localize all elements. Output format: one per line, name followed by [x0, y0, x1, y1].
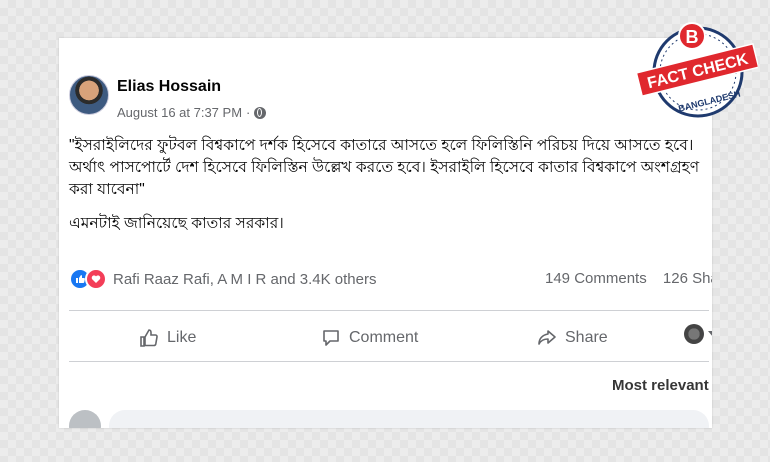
comment-button[interactable]: Comment [321, 320, 418, 356]
post-paragraph-2: এমনটাই জানিয়েছে কাতার সরকার। [69, 215, 284, 232]
react-as-selector[interactable] [684, 324, 712, 344]
like-label: Like [167, 329, 197, 346]
comment-label: Comment [349, 329, 419, 346]
badge-letter: B [686, 27, 699, 47]
chevron-down-icon [708, 331, 712, 337]
action-bar: Like Comment Share [59, 320, 712, 356]
commenter-avatar [69, 410, 101, 428]
post-paragraph-1: "ইসরাইলিদের ফুটবল বিশ্বকাপে দর্শক হিসেবে… [69, 137, 700, 198]
profile-mini-avatar [684, 324, 704, 344]
author-avatar[interactable] [69, 75, 109, 115]
fact-check-badge: B FACT CHECK BANGLADESH [635, 22, 758, 118]
share-button[interactable]: Share [537, 320, 608, 356]
reactions-text[interactable]: Rafi Raaz Rafi, A M I R and 3.4K others [113, 271, 376, 288]
shares-count[interactable]: 126 Shares [663, 270, 712, 287]
meta-separator: · [246, 105, 251, 120]
comment-input[interactable] [109, 410, 709, 428]
post-meta: August 16 at 7:37 PM · [117, 105, 267, 120]
love-reaction-icon [85, 268, 107, 290]
globe-icon [254, 106, 267, 119]
share-arrow-icon [538, 330, 556, 345]
comments-count[interactable]: 149 Comments [545, 270, 647, 287]
share-label: Share [565, 329, 608, 346]
engagement-counts: 149 Comments 126 Shares [545, 270, 712, 287]
author-name[interactable]: Elias Hossain [117, 78, 221, 96]
post-timestamp[interactable]: August 16 at 7:37 PM [117, 105, 242, 120]
post-body: "ইসরাইলিদের ফুটবল বিশ্বকাপে দর্শক হিসেবে… [69, 135, 709, 247]
like-button[interactable]: Like [139, 320, 196, 356]
divider-bottom [69, 361, 709, 362]
reactions-summary[interactable]: Rafi Raaz Rafi, A M I R and 3.4K others [69, 268, 376, 290]
thumbs-up-icon [140, 329, 158, 347]
comment-sort-dropdown[interactable]: Most relevant [612, 377, 709, 394]
comment-bubble-icon [323, 330, 339, 346]
facebook-post-card: Elias Hossain August 16 at 7:37 PM · "ইস… [59, 38, 712, 428]
divider-top [69, 310, 709, 311]
